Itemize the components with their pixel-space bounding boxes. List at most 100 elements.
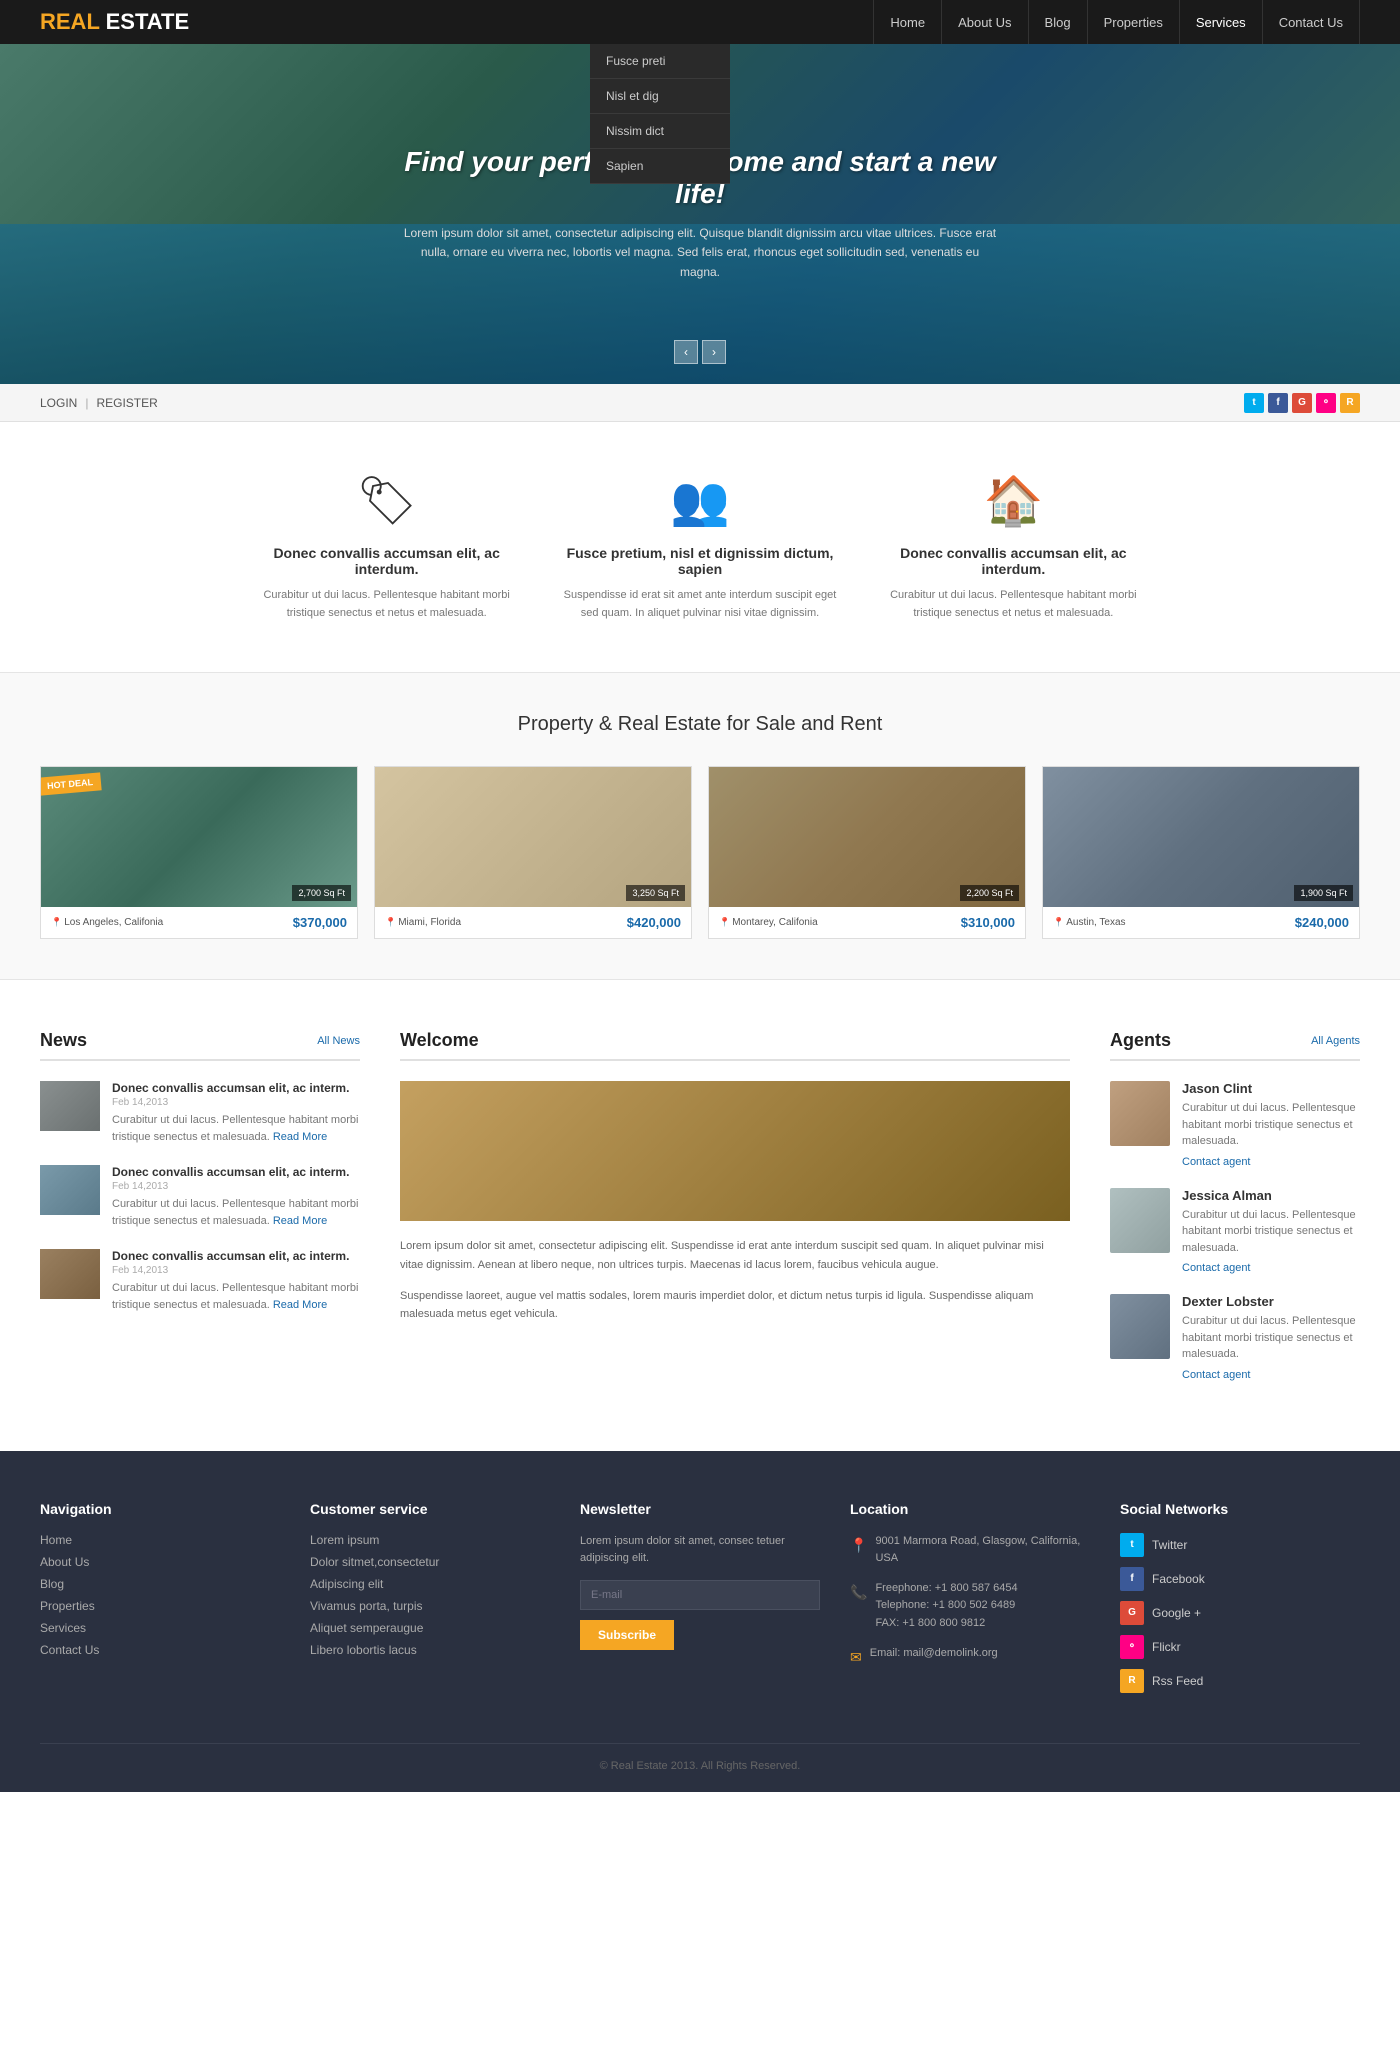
news-item-2: Donec convallis accumsan elit, ac interm… — [40, 1249, 360, 1313]
agent-photo-1 — [1110, 1188, 1170, 1253]
dropdown-item-1[interactable]: Nisl et dig — [590, 79, 730, 114]
feature-0: 🏷 Donec convallis accumsan elit, ac inte… — [250, 472, 523, 622]
footer-nav-services[interactable]: Services — [40, 1621, 280, 1635]
sqft-badge-3: 1,900 Sq Ft — [1294, 885, 1353, 901]
footer-cs-4[interactable]: Aliquet semperaugue — [310, 1621, 550, 1635]
contact-agent-1[interactable]: Contact agent — [1182, 1262, 1251, 1274]
nav-item-home[interactable]: Home — [873, 0, 942, 44]
footer-email: ✉ Email: mail@demolink.org — [850, 1645, 1090, 1668]
social-item-flickr[interactable]: ⚬ Flickr — [1120, 1635, 1360, 1659]
feature-1: 👥 Fusce pretium, nisl et dignissim dictu… — [563, 472, 836, 622]
property-card-3[interactable]: 1,900 Sq Ft Austin, Texas $240,000 — [1042, 766, 1360, 939]
social-item-rss[interactable]: R Rss Feed — [1120, 1669, 1360, 1693]
news-date-0: Feb 14,2013 — [112, 1097, 360, 1108]
footer-nav-contact[interactable]: Contact Us — [40, 1643, 280, 1657]
hero-text: Lorem ipsum dolor sit amet, consectetur … — [400, 224, 1000, 282]
news-thumb-1 — [40, 1165, 100, 1215]
social-icon-flickr[interactable]: ⚬ — [1316, 393, 1336, 413]
social-icon-google[interactable]: G — [1292, 393, 1312, 413]
news-text-0: Curabitur ut dui lacus. Pellentesque hab… — [112, 1112, 360, 1145]
footer-cs-3[interactable]: Vivamus porta, turpis — [310, 1599, 550, 1613]
google-label: Google + — [1152, 1606, 1201, 1620]
footer-cs-1[interactable]: Dolor sitmet,consectetur — [310, 1555, 550, 1569]
properties-section: Property & Real Estate for Sale and Rent… — [0, 672, 1400, 980]
property-location-0: Los Angeles, Califonia — [51, 917, 163, 928]
social-item-google[interactable]: G Google + — [1120, 1601, 1360, 1625]
feature-text-1: Suspendisse id erat sit amet ante interd… — [563, 587, 836, 622]
property-card-0[interactable]: HOT DEAL 2,700 Sq Ft Los Angeles, Califo… — [40, 766, 358, 939]
newsletter-email-input[interactable] — [580, 1580, 820, 1610]
nav-links: Home About Us Blog Properties Services C… — [873, 0, 1360, 44]
all-news-link[interactable]: All News — [317, 1035, 360, 1047]
footer-nav-about[interactable]: About Us — [40, 1555, 280, 1569]
dropdown-item-3[interactable]: Sapien — [590, 149, 730, 184]
footer-address: 📍 9001 Marmora Road, Glasgow, California… — [850, 1533, 1090, 1568]
social-item-twitter[interactable]: t Twitter — [1120, 1533, 1360, 1557]
hero-prev-arrow[interactable]: ‹ — [674, 340, 698, 364]
footer-grid: Navigation Home About Us Blog Properties… — [40, 1501, 1360, 1703]
footer-navigation: Navigation Home About Us Blog Properties… — [40, 1501, 280, 1703]
read-more-2[interactable]: Read More — [273, 1299, 327, 1311]
footer-nav-blog[interactable]: Blog — [40, 1577, 280, 1591]
twitter-icon: t — [1120, 1533, 1144, 1557]
dropdown-menu: Fusce preti Nisl et dig Nissim dict Sapi… — [590, 44, 730, 184]
read-more-1[interactable]: Read More — [273, 1215, 327, 1227]
property-image-1: 3,250 Sq Ft — [375, 767, 691, 907]
social-icon-facebook[interactable]: f — [1268, 393, 1288, 413]
contact-agent-2[interactable]: Contact agent — [1182, 1369, 1251, 1381]
footer-nav-properties[interactable]: Properties — [40, 1599, 280, 1613]
register-link[interactable]: REGISTER — [96, 396, 157, 410]
footer: Navigation Home About Us Blog Properties… — [0, 1451, 1400, 1792]
sqft-badge-1: 3,250 Sq Ft — [626, 885, 685, 901]
property-image-0: HOT DEAL 2,700 Sq Ft — [41, 767, 357, 907]
agent-body-2: Dexter Lobster Curabitur ut dui lacus. P… — [1182, 1294, 1360, 1381]
logo[interactable]: REAL ESTATE — [40, 9, 189, 35]
subscribe-button[interactable]: Subscribe — [580, 1620, 674, 1650]
dropdown-item-2[interactable]: Nissim dict — [590, 114, 730, 149]
property-card-1[interactable]: 3,250 Sq Ft Miami, Florida $420,000 — [374, 766, 692, 939]
property-card-2[interactable]: 2,200 Sq Ft Montarey, Califonia $310,000 — [708, 766, 1026, 939]
address-icon: 📍 — [850, 1534, 867, 1568]
main-content: News All News Donec convallis accumsan e… — [0, 980, 1400, 1451]
hero-next-arrow[interactable]: › — [702, 340, 726, 364]
nav-item-services[interactable]: Services — [1180, 0, 1263, 44]
footer-cs-2[interactable]: Adipiscing elit — [310, 1577, 550, 1591]
google-icon: G — [1120, 1601, 1144, 1625]
welcome-column: Welcome Lorem ipsum dolor sit amet, cons… — [400, 1030, 1070, 1401]
agents-heading: Agents — [1110, 1030, 1171, 1051]
nav-item-properties[interactable]: Properties — [1088, 0, 1180, 44]
footer-nl-heading: Newsletter — [580, 1501, 820, 1517]
read-more-0[interactable]: Read More — [273, 1131, 327, 1143]
news-text-1: Curabitur ut dui lacus. Pellentesque hab… — [112, 1196, 360, 1229]
news-thumb-0 — [40, 1081, 100, 1131]
property-info-2: Montarey, Califonia $310,000 — [709, 907, 1025, 938]
logo-estate: ESTATE — [106, 9, 190, 34]
nav-item-contact[interactable]: Contact Us — [1263, 0, 1360, 44]
property-location-1: Miami, Florida — [385, 917, 461, 928]
footer-social: Social Networks t Twitter f Facebook G G… — [1120, 1501, 1360, 1703]
welcome-text-2: Suspendisse laoreet, augue vel mattis so… — [400, 1287, 1070, 1324]
feature-title-0: Donec convallis accumsan elit, ac interd… — [250, 545, 523, 577]
nav-item-blog[interactable]: Blog — [1029, 0, 1088, 44]
footer-customer-service: Customer service Lorem ipsum Dolor sitme… — [310, 1501, 550, 1703]
facebook-icon: f — [1120, 1567, 1144, 1591]
social-icon-rss[interactable]: R — [1340, 393, 1360, 413]
footer-cs-5[interactable]: Libero lobortis lacus — [310, 1643, 550, 1657]
property-location-2: Montarey, Califonia — [719, 917, 818, 928]
footer-nav-home[interactable]: Home — [40, 1533, 280, 1547]
feature-title-2: Donec convallis accumsan elit, ac interd… — [877, 545, 1150, 577]
login-separator: | — [85, 396, 88, 410]
dropdown-item-0[interactable]: Fusce preti — [590, 44, 730, 79]
news-text-2: Curabitur ut dui lacus. Pellentesque hab… — [112, 1280, 360, 1313]
footer-cs-0[interactable]: Lorem ipsum — [310, 1533, 550, 1547]
contact-agent-0[interactable]: Contact agent — [1182, 1156, 1251, 1168]
news-item-0: Donec convallis accumsan elit, ac interm… — [40, 1081, 360, 1145]
social-icon-twitter[interactable]: t — [1244, 393, 1264, 413]
all-agents-link[interactable]: All Agents — [1311, 1035, 1360, 1047]
social-item-facebook[interactable]: f Facebook — [1120, 1567, 1360, 1591]
sqft-badge-0: 2,700 Sq Ft — [292, 885, 351, 901]
feature-icon-1: 👥 — [563, 472, 836, 529]
login-link[interactable]: LOGIN — [40, 396, 77, 410]
nav-item-about[interactable]: About Us — [942, 0, 1028, 44]
social-icons: t f G ⚬ R — [1244, 393, 1360, 413]
